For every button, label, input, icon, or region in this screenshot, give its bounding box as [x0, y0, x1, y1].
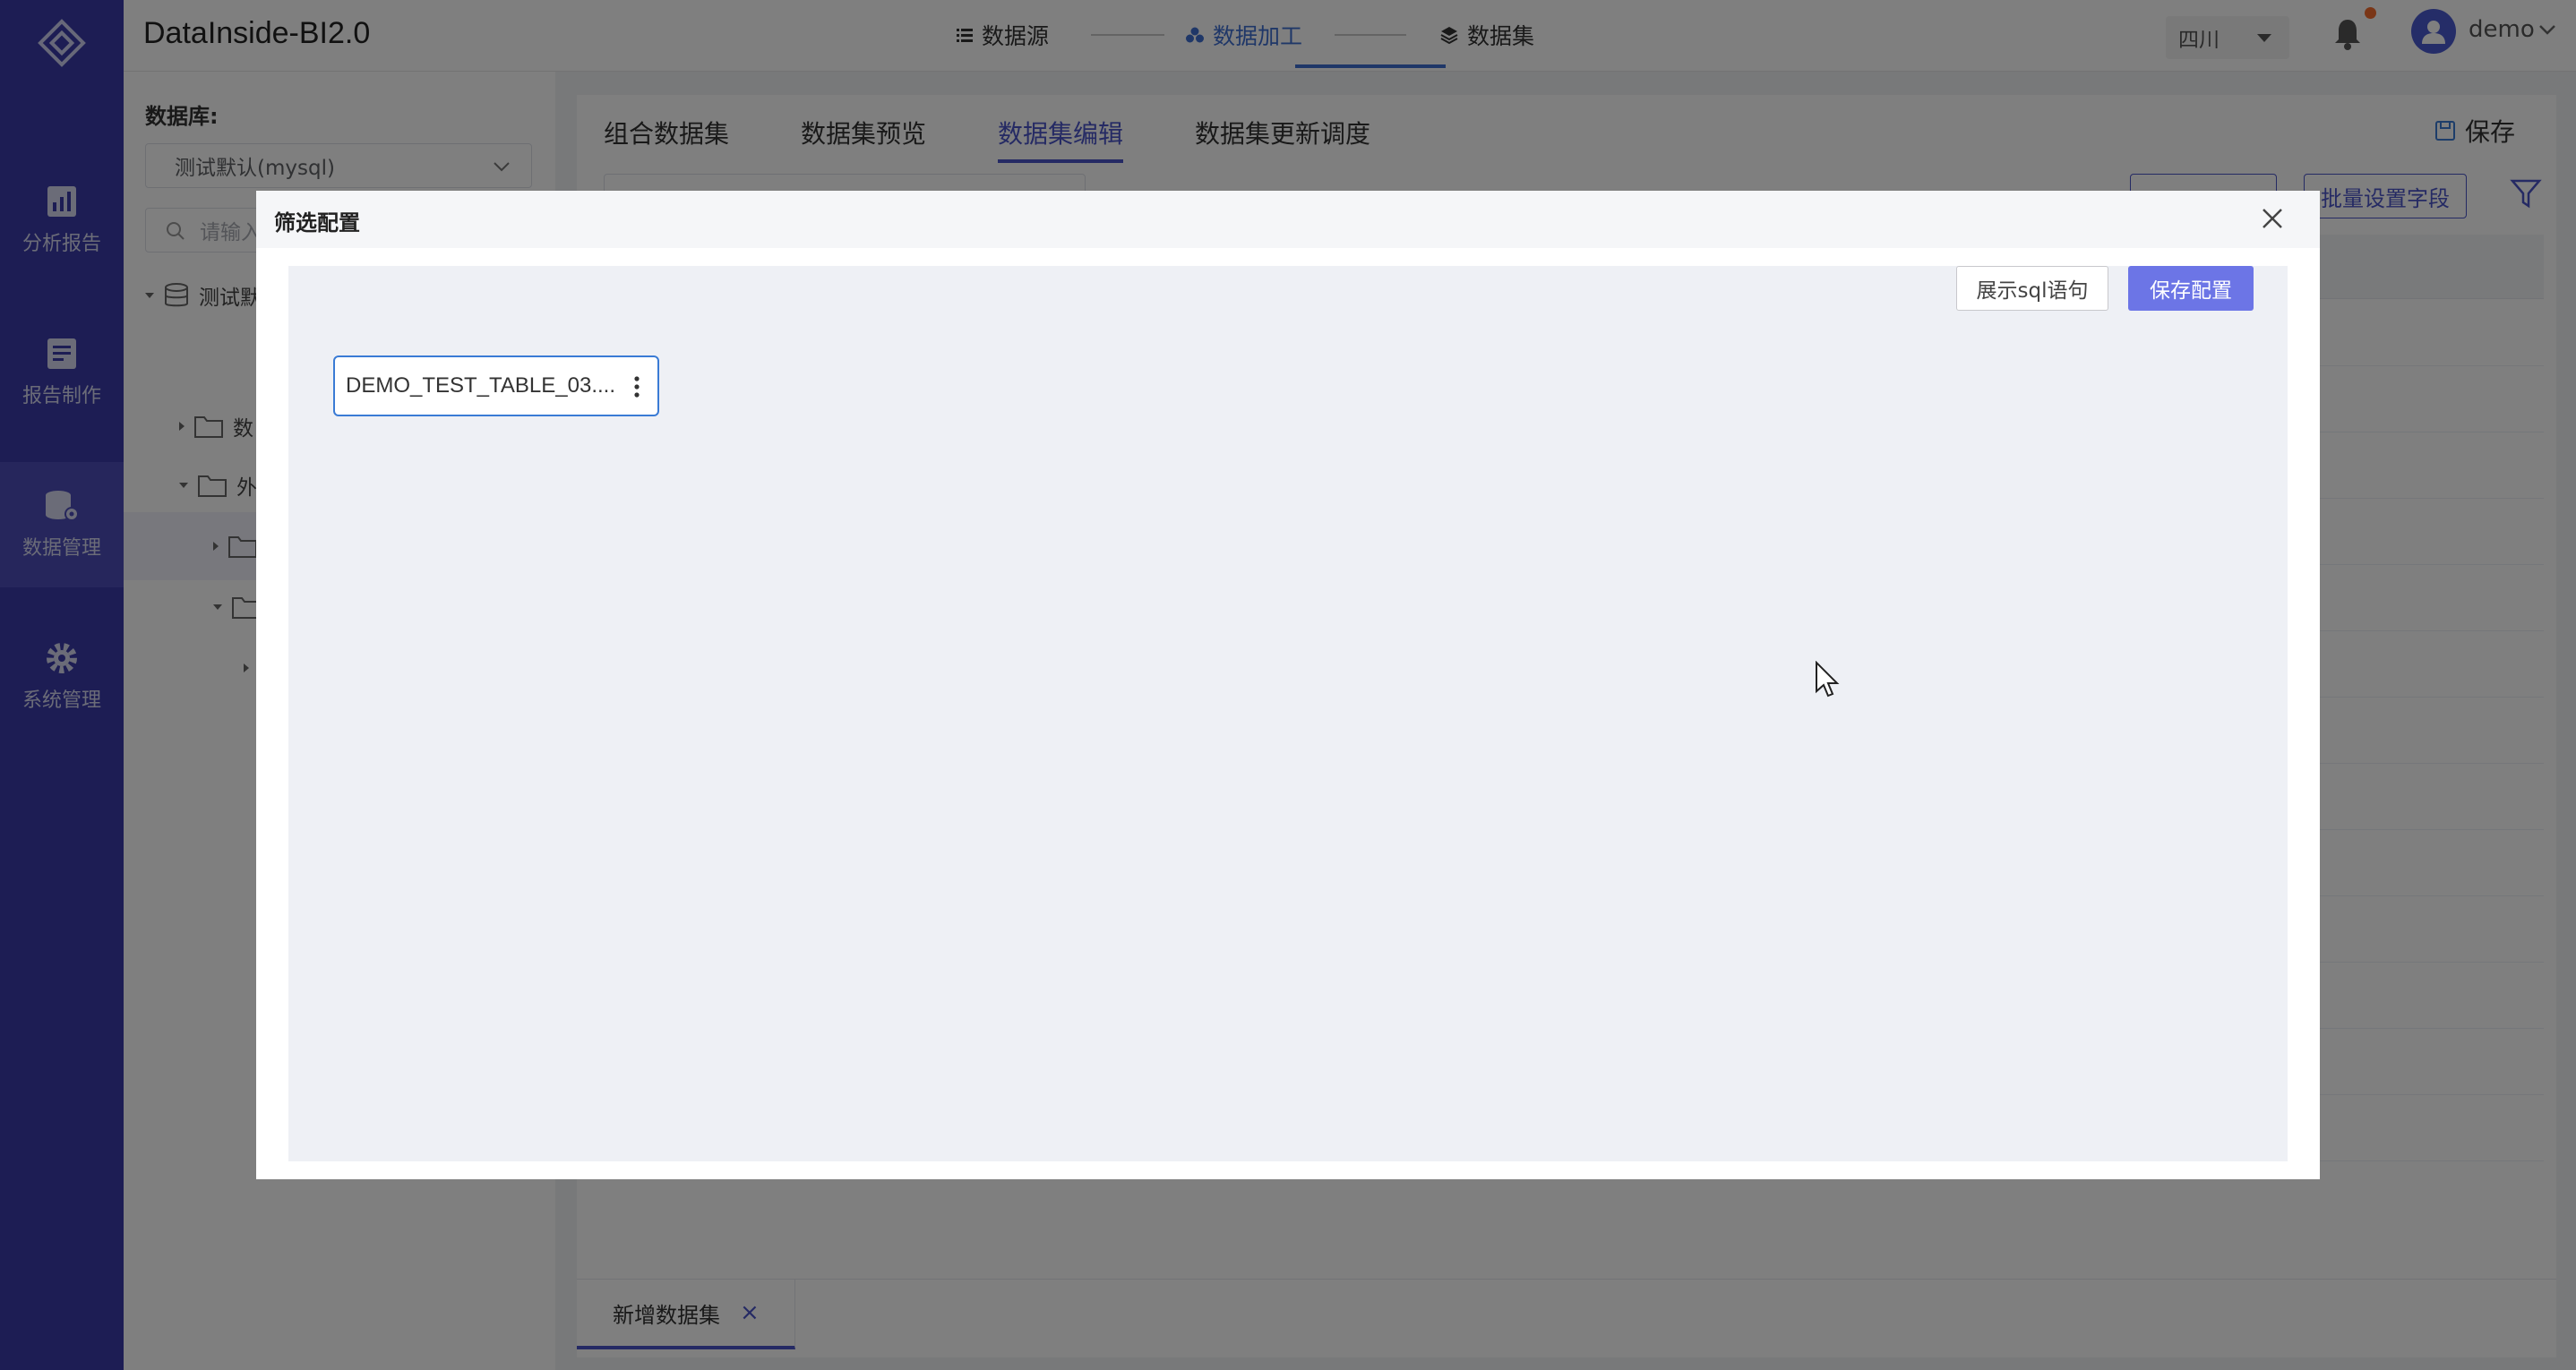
dialog-header: 筛选配置 — [256, 191, 2320, 248]
mouse-cursor-icon — [1816, 661, 1840, 698]
more-vertical-icon[interactable] — [632, 375, 641, 398]
dialog-title: 筛选配置 — [274, 210, 360, 235]
table-node-label: DEMO_TEST_TABLE_03.... — [346, 373, 615, 398]
filter-canvas[interactable]: 展示sql语句 保存配置 DEMO_TEST_TABLE_03.... — [288, 266, 2288, 1161]
table-node[interactable]: DEMO_TEST_TABLE_03.... — [333, 355, 659, 416]
close-icon[interactable] — [2261, 207, 2284, 230]
filter-config-dialog: 筛选配置 展示sql语句 保存配置 DEMO_TEST_TABLE_03.... — [256, 191, 2320, 1179]
show-sql-button[interactable]: 展示sql语句 — [1956, 266, 2108, 311]
save-config-button[interactable]: 保存配置 — [2128, 266, 2254, 311]
